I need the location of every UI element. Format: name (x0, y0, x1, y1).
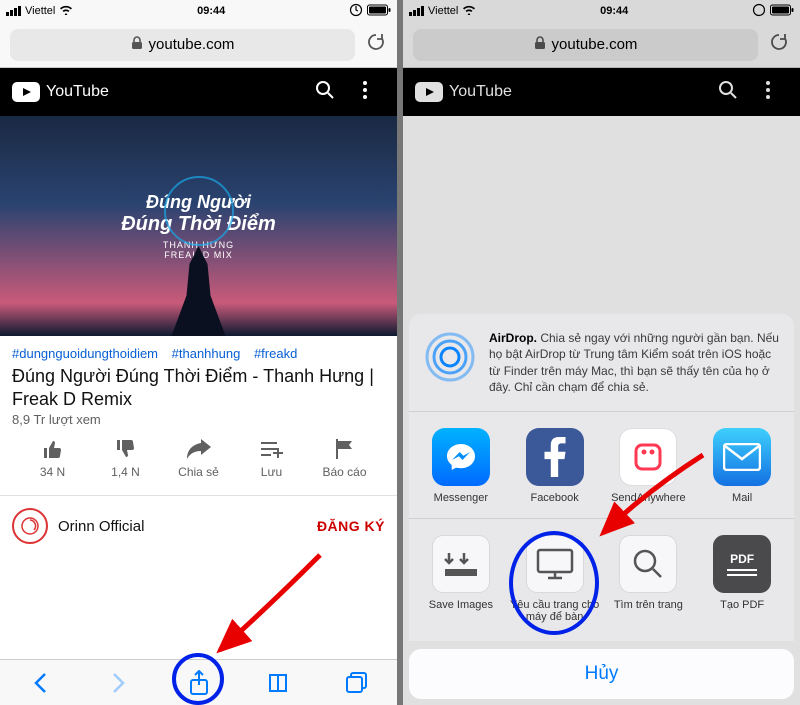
share-button[interactable]: Chia sẻ (162, 437, 235, 479)
share-sheet: AirDrop. Chia sẻ ngay với những người gầ… (403, 314, 800, 705)
back-button[interactable] (0, 660, 79, 705)
messenger-icon (432, 428, 490, 486)
share-label: Chia sẻ (162, 465, 235, 479)
app-label: SendAnywhere (603, 492, 695, 504)
phone-right: Viettel 09:44 youtube.com YouTube (403, 0, 800, 705)
battery-icon (367, 4, 391, 19)
wifi-icon (59, 4, 73, 18)
url-host: youtube.com (149, 36, 235, 53)
youtube-header: YouTube (0, 68, 397, 116)
share-actions-row: Save Images Yêu cầu trang cho máy để bàn… (409, 519, 794, 641)
bookmarks-button[interactable] (238, 660, 317, 705)
save-images-icon (432, 535, 490, 593)
share-app-sendanywhere[interactable]: SendAnywhere (603, 428, 695, 504)
pdf-icon: PDF (713, 535, 771, 593)
airdrop-section[interactable]: AirDrop. Chia sẻ ngay với những người gầ… (409, 314, 794, 412)
flag-icon (308, 437, 381, 461)
channel-row[interactable]: Orinn Official ĐĂNG KÝ (0, 496, 397, 556)
facebook-icon (526, 428, 584, 486)
status-bar: Viettel 09:44 (0, 0, 397, 22)
save-button[interactable]: Lưu (235, 437, 308, 479)
youtube-search-button[interactable] (305, 80, 345, 105)
app-label: Mail (696, 492, 788, 504)
action-label: Tìm trên trang (603, 599, 695, 611)
action-create-pdf[interactable]: PDF Tạo PDF (696, 535, 788, 623)
url-field[interactable]: youtube.com (10, 29, 355, 61)
video-info: #dungnguoidungthoidiem #thanhhung #freak… (0, 336, 397, 495)
youtube-brand: YouTube (46, 83, 109, 101)
rotation-lock-icon (349, 3, 363, 20)
youtube-logo[interactable]: YouTube (12, 82, 109, 102)
desktop-icon (526, 535, 584, 593)
thumbs-up-icon (16, 437, 89, 461)
report-button[interactable]: Báo cáo (308, 437, 381, 479)
clock: 09:44 (197, 5, 225, 17)
video-actions: 34 N 1,4 N Chia sẻ Lưu Báo cáo (12, 427, 385, 485)
tabs-button[interactable] (318, 660, 397, 705)
forward-button[interactable] (79, 660, 158, 705)
dislike-count: 1,4 N (89, 465, 162, 479)
channel-name: Orinn Official (58, 518, 307, 535)
video-title[interactable]: Đúng Người Đúng Thời Điểm - Thanh Hưng |… (12, 365, 385, 410)
cancel-button[interactable]: Hủy (409, 649, 794, 699)
airdrop-icon (423, 330, 477, 384)
video-thumbnail[interactable]: Đúng Người Đúng Thời Điểm THANH HƯNG FRE… (0, 116, 397, 336)
hashtags: #dungnguoidungthoidiem #thanhhung #freak… (12, 346, 385, 361)
reload-button[interactable] (365, 31, 387, 58)
thumbs-down-icon (89, 437, 162, 461)
hashtag-link[interactable]: #dungnguoidungthoidiem (12, 346, 158, 361)
annotation-arrow (210, 545, 330, 665)
action-request-desktop[interactable]: Yêu cầu trang cho máy để bàn (509, 535, 601, 623)
airdrop-text: AirDrop. Chia sẻ ngay với những người gầ… (489, 330, 780, 395)
lock-icon (131, 36, 143, 54)
share-app-facebook[interactable]: Facebook (509, 428, 601, 504)
action-label: Save Images (415, 599, 507, 611)
action-label: Yêu cầu trang cho máy để bàn (509, 599, 601, 623)
share-sheet-button[interactable] (159, 660, 238, 705)
avatar (12, 508, 48, 544)
sendanywhere-icon (619, 428, 677, 486)
app-label: Facebook (509, 492, 601, 504)
carrier-label: Viettel (25, 5, 55, 17)
mail-icon (713, 428, 771, 486)
url-bar: youtube.com (0, 22, 397, 68)
share-apps-row: Messenger Facebook SendAnywhere Mail (409, 412, 794, 519)
search-icon (619, 535, 677, 593)
view-count: 8,9 Tr lượt xem (12, 412, 385, 427)
share-app-mail[interactable]: Mail (696, 428, 788, 504)
playlist-add-icon (235, 437, 308, 461)
phone-left: Viettel 09:44 youtube.com (0, 0, 397, 705)
hashtag-link[interactable]: #thanhhung (172, 346, 241, 361)
report-label: Báo cáo (308, 465, 381, 479)
like-button[interactable]: 34 N (16, 437, 89, 479)
action-find-on-page[interactable]: Tìm trên trang (603, 535, 695, 623)
signal-icon (6, 6, 21, 16)
safari-toolbar (0, 659, 397, 705)
youtube-menu-button[interactable] (345, 81, 385, 104)
share-arrow-icon (162, 437, 235, 461)
action-label: Tạo PDF (696, 599, 788, 611)
save-label: Lưu (235, 465, 308, 479)
like-count: 34 N (16, 465, 89, 479)
share-app-messenger[interactable]: Messenger (415, 428, 507, 504)
dislike-button[interactable]: 1,4 N (89, 437, 162, 479)
hashtag-link[interactable]: #freakd (254, 346, 297, 361)
app-label: Messenger (415, 492, 507, 504)
subscribe-button[interactable]: ĐĂNG KÝ (317, 518, 385, 534)
action-save-images[interactable]: Save Images (415, 535, 507, 623)
